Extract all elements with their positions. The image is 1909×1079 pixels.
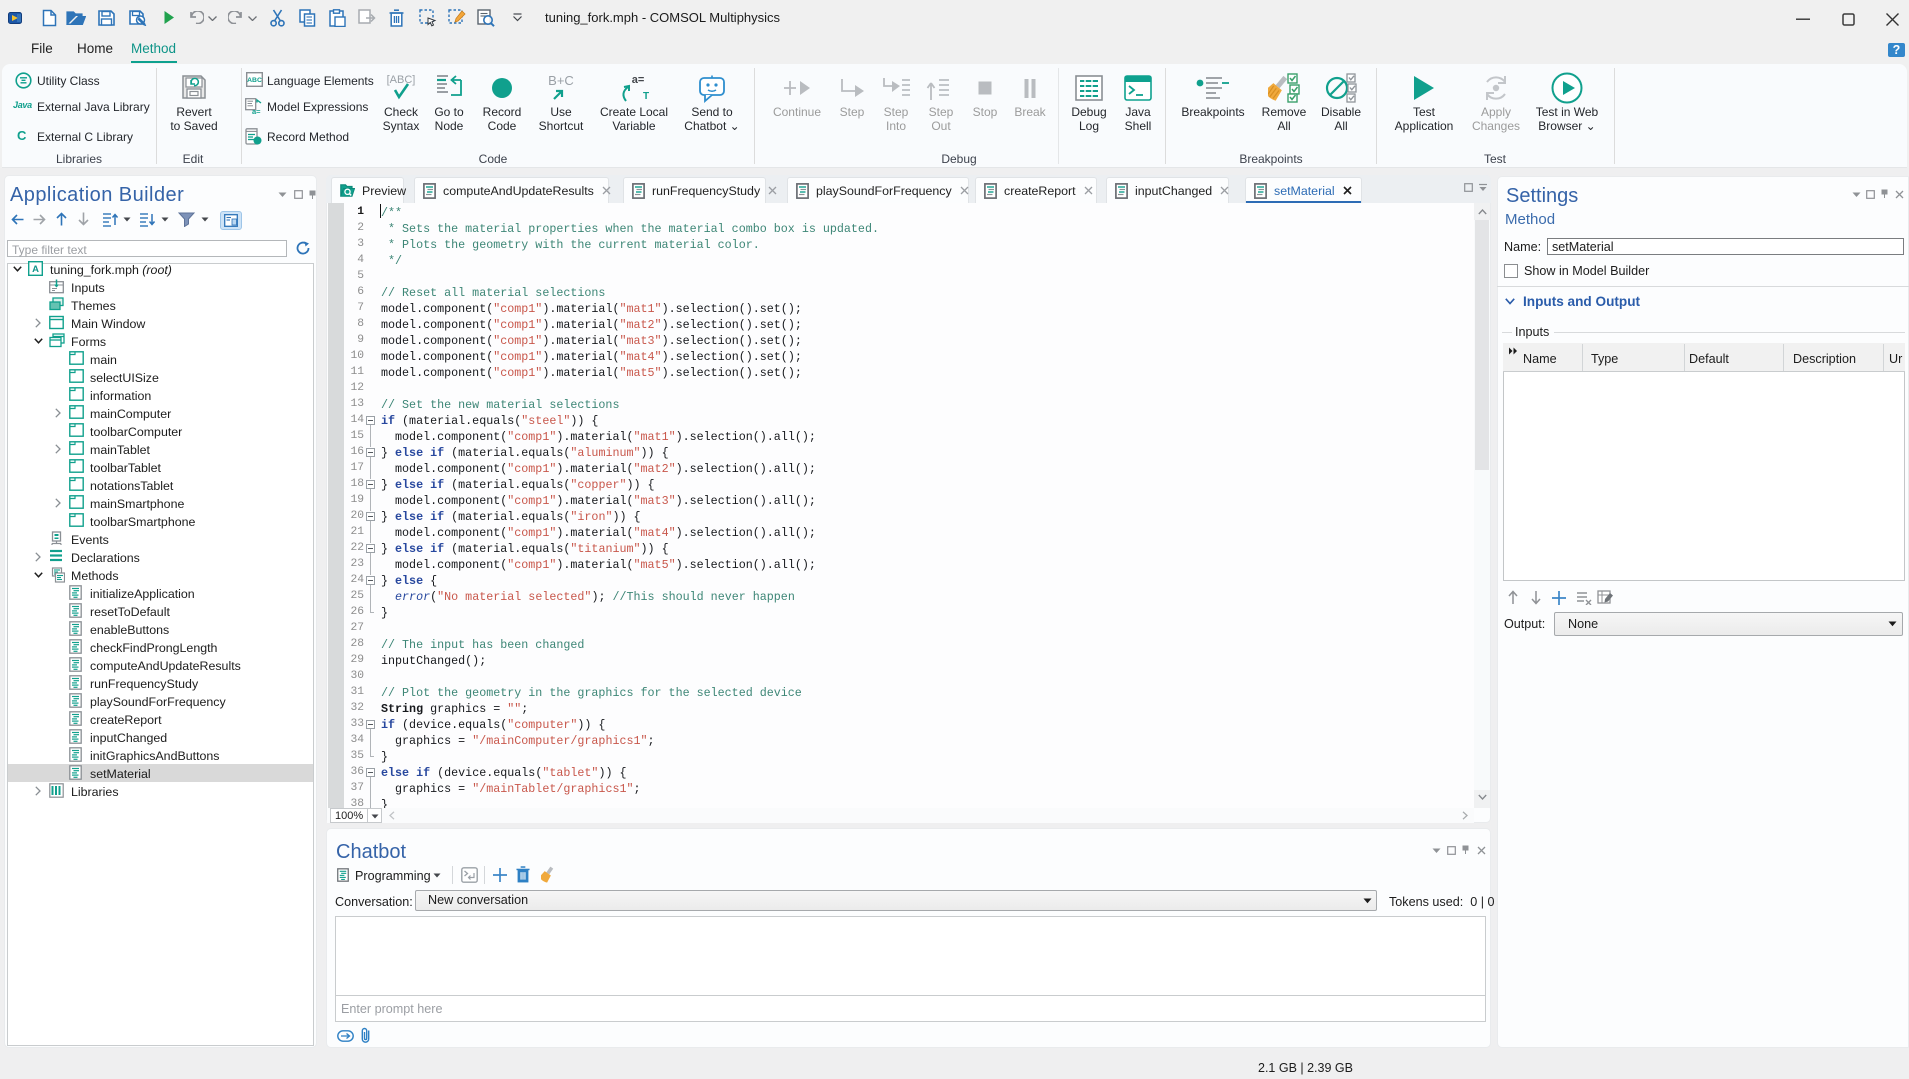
svg-text:a=: a= <box>252 107 261 115</box>
svg-text:a=: a= <box>632 74 645 86</box>
svg-text:A: A <box>32 264 39 275</box>
svg-text:ABC: ABC <box>247 77 262 84</box>
svg-text:T: T <box>643 91 649 102</box>
svg-text:B+C: B+C <box>548 73 574 88</box>
